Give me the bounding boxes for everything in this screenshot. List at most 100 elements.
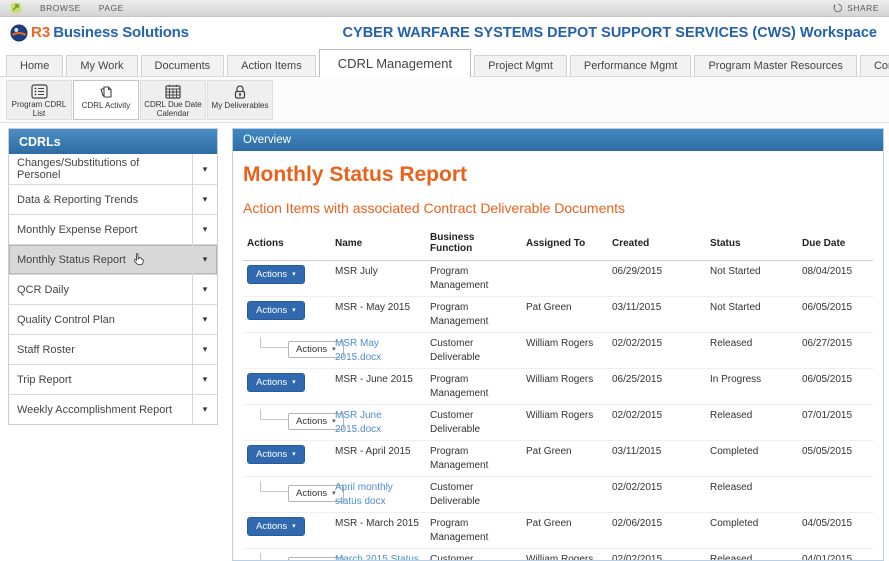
lock-icon (232, 84, 248, 101)
table-row: Actions▾MSR JulyProgram Management06/29/… (243, 261, 873, 297)
actions-button-label: Actions (256, 521, 287, 532)
ribbon-tab-browse[interactable]: BROWSE (40, 3, 81, 13)
sidebar-item-data-reporting-trends[interactable]: Data & Reporting Trends ▾ (9, 184, 217, 214)
cell-assigned-to: Pat Green (526, 302, 572, 313)
cell-status: Released (710, 554, 752, 560)
column-header-business-function[interactable]: Business Function (426, 228, 522, 261)
logo-r3: R3 (31, 24, 50, 41)
sidebar-item-quality-control-plan[interactable]: Quality Control Plan▾ (9, 304, 217, 334)
calendar-icon (165, 84, 181, 100)
cell-created: 03/11/2015 (612, 446, 661, 457)
cell-business-function: Customer Deliverable (430, 410, 480, 435)
actions-button-label: Actions (256, 449, 287, 460)
action-item-name: MSR - April 2015 (335, 446, 411, 457)
cdrl-activity-button[interactable]: CDRL Activity (73, 80, 139, 120)
cdrl-due-date-calendar-button[interactable]: CDRL Due Date Calendar (140, 80, 206, 120)
table-row: Actions▾MSR June 2015.docxCustomer Deliv… (243, 405, 873, 441)
tab-cdrl-management[interactable]: CDRL Management (319, 49, 471, 77)
sidebar-item-label: Data & Reporting Trends (17, 194, 138, 206)
column-header-name[interactable]: Name (331, 228, 426, 261)
sidebar-list: Changes/Substitutions of Personel▾Data &… (9, 154, 217, 424)
sidebar-item-label: Weekly Accomplishment Report (17, 404, 172, 416)
tab-performance-mgmt[interactable]: Performance Mgmt (570, 55, 692, 76)
cell-created: 03/11/2015 (612, 302, 661, 313)
column-header-status[interactable]: Status (706, 228, 798, 261)
caret-down-icon: ▾ (292, 307, 296, 314)
cell-business-function: Program Management (430, 374, 488, 399)
column-header-assigned-to[interactable]: Assigned To (522, 228, 608, 261)
tree-connector (260, 409, 288, 420)
sidebar-item-weekly-accomplishment-report[interactable]: Weekly Accomplishment Report ▾ (9, 394, 217, 424)
sidebar-item-label: Trip Report (17, 374, 72, 386)
cell-status: Released (710, 410, 752, 421)
column-header-created[interactable]: Created (608, 228, 706, 261)
dropdown-arrow-icon[interactable]: ▾ (192, 335, 217, 364)
cell-status: In Progress (710, 374, 761, 385)
table-row: Actions▾MSR - March 2015Program Manageme… (243, 513, 873, 549)
actions-button-label: Actions (296, 416, 327, 427)
tab-documents[interactable]: Documents (141, 55, 225, 76)
document-link[interactable]: MSR June 2015.docx (335, 410, 382, 435)
tree-connector (260, 337, 288, 348)
tab-project-mgmt[interactable]: Project Mgmt (474, 55, 567, 76)
tab-configuration[interactable]: Configuration (860, 55, 889, 76)
cell-business-function: Customer Deliverable (430, 482, 480, 507)
document-link[interactable]: MSR May 2015.docx (335, 338, 381, 363)
document-link[interactable]: March 2015 Status Report.docx (335, 554, 419, 560)
sidebar-item-trip-report[interactable]: Trip Report ▾ (9, 364, 217, 394)
sidebar-item-qcr-daily[interactable]: QCR Daily▾ (9, 274, 217, 304)
dropdown-arrow-icon[interactable]: ▾ (192, 395, 217, 424)
dropdown-arrow-icon[interactable]: ▾ (192, 245, 217, 274)
sidebar-item-changes-substitutions-of-personel[interactable]: Changes/Substitutions of Personel ▾ (9, 154, 217, 184)
cell-status: Completed (710, 446, 758, 457)
sidebar-item-staff-roster[interactable]: Staff Roster▾ (9, 334, 217, 364)
sidebar-item-monthly-expense-report[interactable]: Monthly Expense Report▾ (9, 214, 217, 244)
cell-assigned-to: William Rogers (526, 410, 593, 421)
cell-created: 06/25/2015 (612, 374, 662, 385)
cell-created: 06/29/2015 (612, 266, 662, 277)
document-link[interactable]: April monthly status docx (335, 482, 393, 507)
logo[interactable]: R3 Business Solutions (10, 24, 189, 42)
app-window: BROWSE PAGE SHARE R3 Business Solutions … (0, 0, 889, 561)
sidebar-item-label: Changes/Substitutions of Personel (17, 157, 184, 181)
app-icon[interactable] (10, 2, 22, 14)
column-header-due-date[interactable]: Due Date (798, 228, 873, 261)
cell-assigned-to: William Rogers (526, 338, 593, 349)
globe-icon (10, 24, 28, 42)
caret-down-icon: ▾ (292, 379, 296, 386)
dropdown-arrow-icon[interactable]: ▾ (192, 275, 217, 304)
ribbon-tab-page[interactable]: PAGE (99, 3, 124, 13)
table-row: Actions▾MSR - May 2015Program Management… (243, 297, 873, 333)
hand-cursor-icon (132, 252, 145, 267)
table-row: Actions▾April monthly status docxCustome… (243, 477, 873, 513)
tool-button-label: My Deliverables (212, 101, 269, 111)
dropdown-arrow-icon[interactable]: ▾ (192, 185, 217, 214)
cell-business-function: Customer Deliverable (430, 338, 480, 363)
sidebar-item-monthly-status-report[interactable]: Monthly Status Report▾ (9, 244, 217, 274)
row-actions-button[interactable]: Actions▾ (247, 265, 305, 284)
dropdown-arrow-icon[interactable]: ▾ (192, 154, 217, 184)
tab-program-master-resources[interactable]: Program Master Resources (694, 55, 857, 76)
tab-my-work[interactable]: My Work (66, 55, 137, 76)
program-cdrl-list-button[interactable]: Program CDRL List (6, 80, 72, 120)
action-item-name: MSR - May 2015 (335, 302, 410, 313)
row-actions-button[interactable]: Actions▾ (247, 301, 305, 320)
dropdown-arrow-icon[interactable]: ▾ (192, 365, 217, 394)
documents-icon (98, 84, 114, 101)
tab-home[interactable]: Home (6, 55, 63, 76)
tab-action-items[interactable]: Action Items (227, 55, 316, 76)
cell-assigned-to: Pat Green (526, 518, 572, 529)
dropdown-arrow-icon[interactable]: ▾ (192, 215, 217, 244)
cell-due-date: 07/01/2015 (802, 410, 852, 421)
column-header-actions[interactable]: Actions (243, 228, 331, 261)
share-icon (833, 3, 843, 13)
row-actions-button[interactable]: Actions▾ (247, 445, 305, 464)
cdrl-table-body: Actions▾MSR JulyProgram Management06/29/… (243, 261, 873, 561)
row-actions-button[interactable]: Actions▾ (247, 517, 305, 536)
my-deliverables-button[interactable]: My Deliverables (207, 80, 273, 120)
dropdown-arrow-icon[interactable]: ▾ (192, 305, 217, 334)
row-actions-button[interactable]: Actions▾ (247, 373, 305, 392)
panel-content: Monthly Status Report Action Items with … (233, 151, 883, 560)
share-button[interactable]: SHARE (833, 3, 879, 13)
tool-button-label: CDRL Due Date Calendar (141, 100, 205, 119)
